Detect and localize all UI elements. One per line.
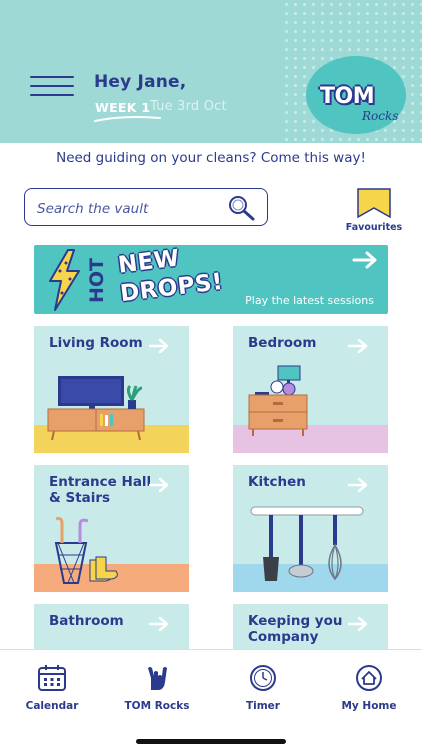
home-icon xyxy=(356,665,382,691)
arrow-right-icon xyxy=(348,478,368,492)
arrow-right-icon xyxy=(352,251,377,269)
week-label: WEEK 1 xyxy=(95,100,151,115)
room-title: Bedroom xyxy=(248,335,317,351)
arrow-right-icon xyxy=(348,617,368,631)
menu-button[interactable] xyxy=(30,76,74,98)
timer-icon xyxy=(250,665,276,691)
guide-link[interactable]: Need guiding on your cleans? Come this w… xyxy=(0,150,422,166)
room-title: Keeping you Company xyxy=(248,613,343,645)
room-title: Entrance Hall & Stairs xyxy=(49,474,152,506)
hot-label: HOT xyxy=(86,257,108,303)
search-box[interactable] xyxy=(24,188,268,226)
room-title: Bathroom xyxy=(49,613,124,629)
room-card-kitchen[interactable]: Kitchen xyxy=(233,465,388,592)
new-drops-banner[interactable]: HOT NEW DROPS! Play the latest sessions xyxy=(34,245,388,314)
logo-script: Rocks xyxy=(362,109,399,123)
greeting-text: Hey Jane, xyxy=(94,72,187,92)
banner-subtitle: Play the latest sessions xyxy=(245,294,374,307)
app-header: Hey Jane, WEEK 1 Tue 3rd Oct TOM Rocks xyxy=(0,0,422,143)
nav-calendar[interactable]: Calendar xyxy=(7,664,97,712)
calendar-icon xyxy=(38,665,66,691)
arrow-right-icon xyxy=(149,339,169,353)
arrow-right-icon xyxy=(149,478,169,492)
room-card-bedroom[interactable]: Bedroom xyxy=(233,326,388,453)
banner-line1: NEW xyxy=(116,245,182,279)
logo-text: TOM xyxy=(320,84,375,109)
underline-swoosh xyxy=(94,116,161,122)
room-title: Living Room xyxy=(49,335,143,351)
bookmark-icon xyxy=(357,188,391,219)
arrow-right-icon xyxy=(149,617,169,631)
nav-tom-rocks[interactable]: TOM Rocks xyxy=(112,664,202,712)
search-input[interactable] xyxy=(35,198,219,220)
arrow-right-icon xyxy=(348,339,368,353)
nav-label: TOM Rocks xyxy=(124,700,190,712)
home-indicator[interactable] xyxy=(136,739,286,744)
room-card-entrance-hall[interactable]: Entrance Hall & Stairs xyxy=(34,465,189,592)
nav-label: Calendar xyxy=(25,700,79,712)
favourites-label: Favourites xyxy=(345,222,403,233)
nav-my-home[interactable]: My Home xyxy=(324,664,414,712)
nav-label: Timer xyxy=(245,700,280,712)
nav-label: My Home xyxy=(341,700,397,712)
favourites-button[interactable]: Favourites xyxy=(345,188,403,233)
search-icon[interactable] xyxy=(227,195,255,221)
rock-hand-icon xyxy=(148,667,167,690)
date-label: Tue 3rd Oct xyxy=(150,99,227,114)
bottom-nav: Calendar TOM Rocks Timer My Home xyxy=(0,649,422,751)
room-title: Kitchen xyxy=(248,474,306,490)
lightning-icon xyxy=(49,249,80,311)
room-card-living-room[interactable]: Living Room xyxy=(34,326,189,453)
nav-timer[interactable]: Timer xyxy=(218,664,308,712)
